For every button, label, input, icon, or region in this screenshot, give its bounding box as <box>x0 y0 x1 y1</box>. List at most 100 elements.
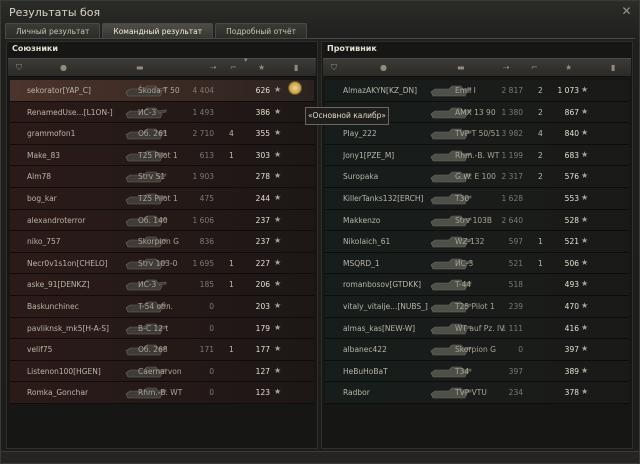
shield-icon[interactable]: ⛉ <box>16 63 22 73</box>
kills-value: 1 <box>229 258 234 268</box>
xp-star-icon[interactable]: ★ <box>258 63 265 72</box>
xp-value: 386 <box>255 107 270 117</box>
table-row[interactable]: Makkenzo Strv 103B 2 640 528 ★ <box>325 209 629 232</box>
table-row[interactable]: alexandroterror Об. 140 1 606 237 ★ <box>10 209 314 232</box>
player-icon[interactable]: ● <box>380 63 387 72</box>
damage-value: 1 628 <box>501 193 523 203</box>
tab-detailed-report[interactable]: Подробный отчёт <box>215 23 307 39</box>
player-name[interactable]: velif75 <box>27 345 125 354</box>
table-row[interactable]: Alm78 Strv S1 1 903 278 ★ <box>10 166 314 188</box>
damage-value: 234 <box>508 388 523 398</box>
table-row[interactable]: Suropaka G.W. E 100 2 317 2 576 ★ <box>325 166 629 188</box>
player-name[interactable]: Romka_Gonchar <box>27 388 125 397</box>
close-icon[interactable]: ✕ <box>620 5 633 18</box>
damage-value: 1 199 <box>501 150 523 160</box>
tank-name: Об. 261 <box>138 129 168 139</box>
star-icon: ★ <box>581 300 589 310</box>
table-row[interactable]: aske_91[DENKZ] ИС-3 185 1 206 ★ <box>10 274 314 296</box>
player-name[interactable]: bog_kar <box>27 194 125 203</box>
damage-icon[interactable]: ⇢ <box>210 63 217 72</box>
player-name[interactable]: Necr0v1s1on[CHELO] <box>27 259 125 268</box>
star-icon: ★ <box>274 236 282 246</box>
xp-value: 303 <box>255 150 270 160</box>
shield-icon[interactable]: ⛉ <box>331 63 337 73</box>
table-row[interactable]: bog_kar T25 Pilot 1 475 244 ★ <box>10 187 314 210</box>
star-icon: ★ <box>581 344 589 354</box>
kills-icon[interactable]: ⌐ <box>230 63 237 72</box>
vehicle-icon[interactable]: ▬ <box>136 63 144 72</box>
table-row[interactable]: albanec422 Skorpion G 0 397 ★ <box>325 339 629 361</box>
tank-name: TVP T 50/51 <box>455 129 501 139</box>
player-name[interactable]: grammofon1 <box>27 129 125 138</box>
table-row[interactable]: Jony1[PZE_M] Rhm.-В. WT 1 199 2 683 ★ <box>325 144 629 167</box>
kills-value: 2 <box>538 150 543 160</box>
table-row[interactable]: velif75 Об. 268 171 1 177 ★ <box>10 339 314 361</box>
xp-value: 397 <box>564 345 579 355</box>
star-icon: ★ <box>581 85 589 94</box>
damage-icon[interactable]: ⇢ <box>503 63 510 72</box>
table-row[interactable]: Baskunchinec T-54 обл. 0 203 ★ <box>10 295 314 318</box>
kills-value: 1 <box>229 345 234 355</box>
xp-value: 576 <box>564 172 579 182</box>
player-name[interactable]: RenamedUse...[L1ON-] <box>27 108 125 117</box>
star-icon: ★ <box>274 192 282 202</box>
status-icon[interactable]: ▮ <box>611 63 615 72</box>
table-row[interactable]: romanbosov[GTDKK] T-44 518 493 ★ <box>325 274 629 296</box>
sort-chevron-icon: ▾ <box>244 56 248 64</box>
xp-star-icon[interactable]: ★ <box>565 63 572 72</box>
damage-value: 836 <box>199 237 214 247</box>
player-name[interactable]: Alm78 <box>27 172 125 181</box>
table-row[interactable]: almas_kas[NEW-W] WT auf Pz. IV 1 111 416 ★ <box>325 317 629 340</box>
table-row[interactable]: RenamedUse...[L1ON-] ИС-3 1 493 386 ★ <box>10 101 314 124</box>
damage-value: 1 380 <box>501 107 523 117</box>
player-name[interactable]: sekorator[YAP_C] <box>27 86 125 95</box>
kills-icon[interactable]: ⌐ <box>531 63 538 72</box>
tab-personal-result[interactable]: Личный результат <box>5 23 101 39</box>
tank-name: Skorpion G <box>138 237 179 247</box>
player-name[interactable]: Listenon100[HGEN] <box>27 367 125 376</box>
table-row[interactable]: MSQRD_1 ИС-3 521 1 506 ★ <box>325 252 629 275</box>
damage-value: 0 <box>209 388 214 398</box>
table-row[interactable]: KillerTanks132[ERCH] T30 1 628 553 ★ <box>325 187 629 210</box>
table-row[interactable]: niko_757 Skorpion G 836 237 ★ <box>10 231 314 253</box>
damage-value: 1 695 <box>192 258 214 268</box>
tab-team-result[interactable]: Командный результат <box>102 23 214 39</box>
table-row[interactable]: Play_222 TVP T 50/51 3 982 4 840 ★ <box>325 123 629 145</box>
player-icon[interactable]: ● <box>60 63 67 72</box>
table-row[interactable]: Nikolaich_61 WZ-132 597 1 521 ★ <box>325 231 629 253</box>
table-row[interactable]: AlmazAKYN[KZ_DN] Emil I2 817 2 1 073 ★ <box>325 80 629 102</box>
player-name[interactable]: niko_757 <box>27 237 125 246</box>
star-icon: ★ <box>581 192 589 202</box>
player-name[interactable]: pavliknsk_mk5[H-A-S] <box>27 324 125 333</box>
xp-value: 179 <box>255 323 270 333</box>
tank-name: T25 Pilot 1 <box>455 301 495 311</box>
damage-value: 597 <box>508 237 523 247</box>
table-row[interactable]: Make_83 T25 Pilot 1 613 1 303 ★ <box>10 144 314 167</box>
player-name[interactable]: Baskunchinec <box>27 302 125 311</box>
window-title: Результаты боя <box>9 6 101 19</box>
tank-name: T-44 <box>455 280 472 290</box>
enemies-header: ⛉ ● ▬ ⇢ ⌐ ★ ▮ <box>323 58 631 77</box>
table-row[interactable]: grammofon1 Об. 261 2 710 4 355 ★ <box>10 123 314 145</box>
damage-value: 0 <box>518 345 523 355</box>
table-row[interactable]: Radbor TVP VTU 234 378 ★ <box>325 382 629 404</box>
table-row[interactable]: sekorator[YAP_C] Škoda T 50 4 404 626 ★ <box>10 80 314 102</box>
table-row[interactable]: pavliknsk_mk5[H-A-S] В-С 12 t 0 179 ★ <box>10 317 314 340</box>
tank-name: Caernarvon <box>138 366 182 376</box>
player-name[interactable]: Make_83 <box>27 151 125 160</box>
player-name[interactable]: alexandroterror <box>27 216 125 225</box>
player-name[interactable]: aske_91[DENKZ] <box>27 280 125 289</box>
damage-value: 0 <box>209 323 214 333</box>
damage-value: 475 <box>199 193 214 203</box>
status-icon[interactable]: ▮ <box>294 63 298 72</box>
star-icon: ★ <box>581 171 589 181</box>
table-row[interactable]: vitaly_vitalje...[NUBS_] T25 Pilot 1 239 47… <box>325 295 629 318</box>
table-row[interactable]: Listenon100[HGEN] Caernarvon 0 127 ★ <box>10 360 314 383</box>
table-row[interactable]: Necr0v1s1on[CHELO] Strv 103-0 1 695 1 227 ★ <box>10 252 314 275</box>
table-row[interactable]: Romka_Gonchar Rhm.-В. WT 0 123 ★ <box>10 382 314 404</box>
vehicle-icon[interactable]: ▬ <box>457 63 465 72</box>
xp-value: 683 <box>564 150 579 160</box>
tank-name: T30 <box>455 193 470 203</box>
medal-icon[interactable] <box>288 81 302 95</box>
table-row[interactable]: HeBuHoBaT T34 397 389 ★ <box>325 360 629 383</box>
